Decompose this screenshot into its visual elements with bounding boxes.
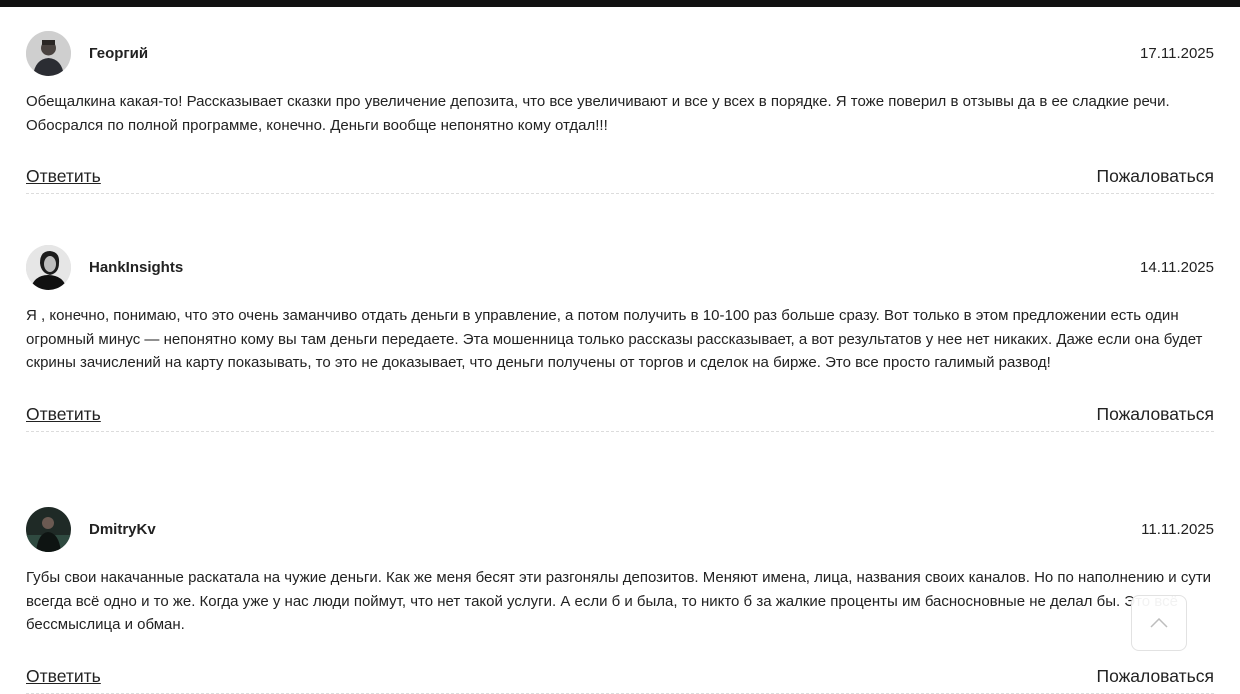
reply-link[interactable]: Ответить — [26, 403, 101, 425]
comment-item: DmitryKv 11.11.2025 Губы свои накачанные… — [26, 507, 1214, 694]
comment-actions: Ответить Пожаловаться — [26, 403, 1214, 427]
complain-link[interactable]: Пожаловаться — [1096, 165, 1214, 187]
user-photo-icon — [26, 507, 71, 552]
divider — [26, 193, 1214, 194]
complain-link[interactable]: Пожаловаться — [1096, 403, 1214, 425]
comment-header: HankInsights 14.11.2025 — [26, 245, 1214, 291]
comment-date: 14.11.2025 — [1140, 259, 1214, 276]
comment-text: Губы свои накачанные раскатала на чужие … — [26, 569, 1212, 633]
reply-link[interactable]: Ответить — [26, 165, 101, 187]
comment-item: HankInsights 14.11.2025 Я , конечно, пон… — [26, 245, 1214, 432]
divider — [26, 430, 1214, 432]
comment-header: DmitryKv 11.11.2025 — [26, 507, 1214, 553]
divider — [26, 692, 1214, 694]
comment-author: HankInsights — [89, 259, 184, 276]
comment-author: DmitryKv — [89, 521, 156, 538]
avatar[interactable] — [26, 31, 71, 76]
comment-date: 17.11.2025 — [1140, 45, 1214, 62]
scroll-to-top-button[interactable] — [1131, 595, 1187, 651]
comment-item: Георгий 17.11.2025 Обещалкина какая-то! … — [26, 31, 1214, 194]
comment-text: Я , конечно, понимаю, что это очень зама… — [26, 307, 1203, 371]
user-photo-icon — [26, 245, 71, 290]
comment-author: Георгий — [89, 45, 149, 62]
comment-date: 11.11.2025 — [1141, 521, 1214, 538]
chevron-up-icon — [1150, 618, 1168, 628]
complain-link[interactable]: Пожаловаться — [1096, 665, 1214, 687]
comment-actions: Ответить Пожаловаться — [26, 165, 1214, 189]
comment-header: Георгий 17.11.2025 — [26, 31, 1214, 77]
avatar[interactable] — [26, 245, 71, 290]
user-photo-icon — [26, 31, 71, 76]
avatar[interactable] — [26, 507, 71, 552]
reply-link[interactable]: Ответить — [26, 665, 101, 687]
comment-text: Обещалкина какая-то! Рассказывает сказки… — [26, 93, 1170, 134]
top-bar — [0, 0, 1240, 7]
